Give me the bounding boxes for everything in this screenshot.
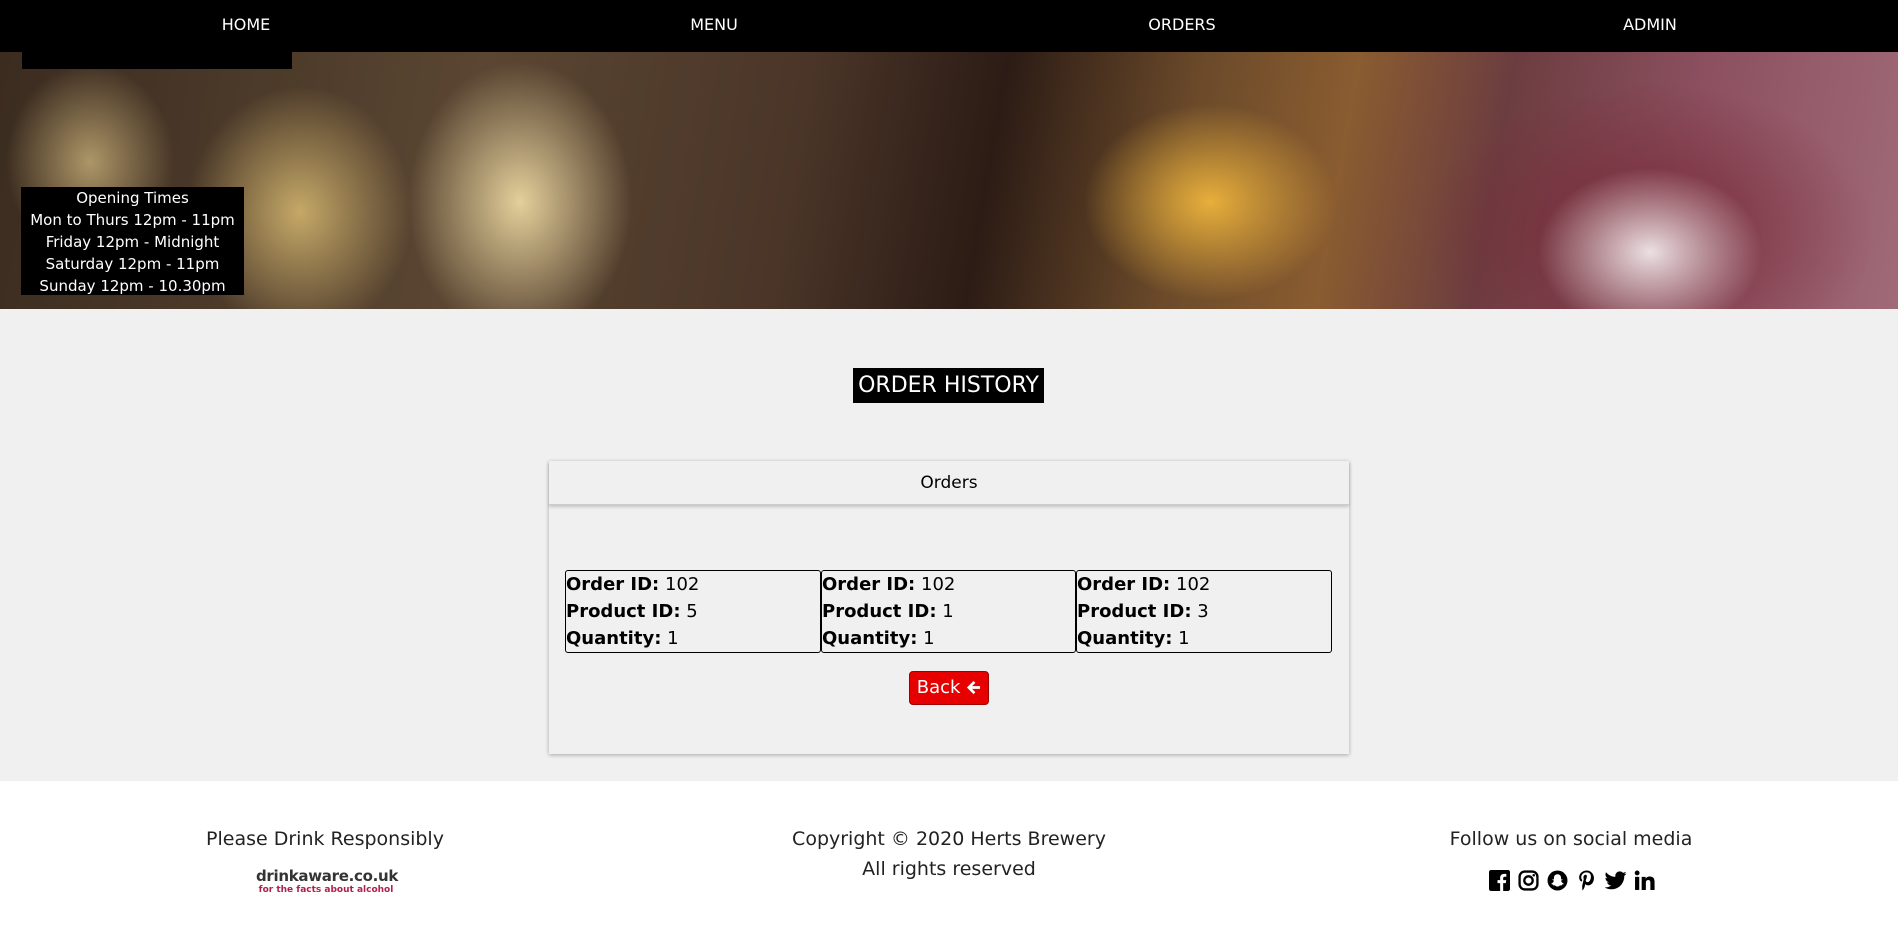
hero-banner-image [0,52,1898,309]
rights-text: All rights reserved [862,858,1036,880]
opening-times-line: Saturday 12pm - 11pm [45,255,220,273]
arrow-left-icon [967,680,981,695]
product-id-label: Product ID: [1077,601,1192,622]
order-item: Order ID: 102 Product ID: 1 Quantity: 1 [821,570,1076,653]
opening-times-title: Opening Times [76,189,189,207]
quantity-label: Quantity: [1077,628,1173,649]
orders-card-header: Orders [549,461,1349,505]
copyright-block: Copyright © 2020 Herts Brewery All right… [769,824,1129,884]
order-id-label: Order ID: [566,574,660,595]
order-id-value: 102 [665,574,700,595]
nav-home[interactable]: HOME [12,0,480,52]
logo-block[interactable] [22,52,292,69]
quantity-value: 1 [1178,628,1190,649]
drinkaware-brand: drinkaware.co.uk [256,867,399,885]
facebook-icon[interactable] [1488,868,1511,892]
drinkaware-tagline: for the facts about alcohol [258,885,394,895]
product-id-value: 3 [1197,601,1209,622]
quantity-label: Quantity: [566,628,662,649]
social-heading: Follow us on social media [1449,828,1693,850]
quantity-label: Quantity: [822,628,918,649]
back-button-label: Back [916,677,961,698]
linkedin-icon[interactable] [1633,868,1656,892]
quantity-value: 1 [667,628,679,649]
nav-menu[interactable]: MENU [480,0,948,52]
product-id-label: Product ID: [822,601,937,622]
opening-times-line: Mon to Thurs 12pm - 11pm [30,211,235,229]
back-button[interactable]: Back [909,671,989,705]
nav-orders[interactable]: ORDERS [948,0,1416,52]
opening-times-line: Friday 12pm - Midnight [45,233,220,251]
order-id-label: Order ID: [822,574,916,595]
drink-responsibly-text: Please Drink Responsibly [206,828,444,850]
copyright-text: Copyright © 2020 Herts Brewery [792,828,1106,850]
order-item: Order ID: 102 Product ID: 5 Quantity: 1 [565,570,821,653]
product-id-label: Product ID: [566,601,681,622]
pinterest-icon[interactable] [1575,868,1598,892]
product-id-value: 5 [686,601,698,622]
order-id-value: 102 [1176,574,1211,595]
product-id-value: 1 [942,601,954,622]
top-navbar: HOME MENU ORDERS ADMIN [0,0,1898,52]
order-item: Order ID: 102 Product ID: 3 Quantity: 1 [1076,570,1332,653]
social-icons [1488,868,1656,894]
snapchat-icon[interactable] [1546,868,1569,892]
opening-times-line: Sunday 12pm - 10.30pm [39,277,226,295]
twitter-icon[interactable] [1604,868,1627,892]
quantity-value: 1 [923,628,935,649]
order-id-value: 102 [921,574,956,595]
opening-times-box: Opening Times Mon to Thurs 12pm - 11pm F… [21,187,244,295]
drinkaware-logo[interactable]: drinkaware.co.uk for the facts about alc… [256,867,399,901]
order-id-label: Order ID: [1077,574,1171,595]
instagram-icon[interactable] [1517,868,1540,892]
page-title: ORDER HISTORY [853,368,1044,403]
nav-admin[interactable]: ADMIN [1416,0,1884,52]
